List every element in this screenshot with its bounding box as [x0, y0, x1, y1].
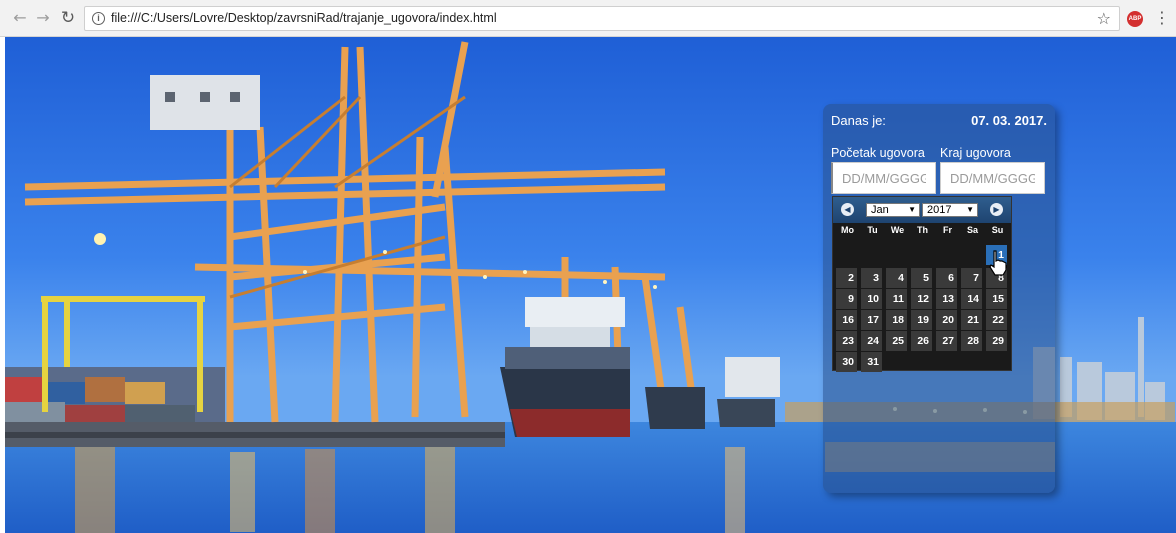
month-value: Jan	[871, 204, 889, 216]
bookmark-star-icon[interactable]: ☆	[1097, 9, 1111, 28]
datepicker: ◀ Jan ▼ 2017 ▼ ▶ Mo Tu We Th Fr Sa Su 12345678…	[832, 196, 1012, 372]
calendar-day[interactable]: 10	[861, 289, 882, 309]
contract-start-input[interactable]	[831, 162, 936, 194]
calendar-day[interactable]: 6	[936, 268, 957, 288]
calendar-day[interactable]: 16	[836, 310, 857, 330]
calendar-day[interactable]: 7	[961, 268, 982, 288]
datepicker-header: ◀ Jan ▼ 2017 ▼ ▶	[833, 197, 1011, 223]
contract-start-label: Početak ugovora	[831, 146, 925, 160]
year-value: 2017	[927, 204, 952, 216]
weekday-label: Th	[917, 225, 928, 235]
browser-menu-icon[interactable]: ⋮	[1154, 8, 1170, 28]
calendar-day[interactable]: 19	[911, 310, 932, 330]
calendar-day[interactable]: 20	[936, 310, 957, 330]
calendar-day[interactable]: 18	[886, 310, 907, 330]
calendar-day[interactable]: 25	[886, 331, 907, 351]
adblock-plus-icon[interactable]: ABP	[1127, 11, 1143, 27]
prev-month-icon[interactable]: ◀	[841, 203, 854, 216]
calendar-day[interactable]: 15	[986, 289, 1007, 309]
calendar-day[interactable]: 23	[836, 331, 857, 351]
forward-arrow-icon[interactable]: →	[33, 8, 53, 28]
calendar-day[interactable]: 30	[836, 352, 857, 372]
weekday-label: Fr	[943, 225, 952, 235]
weekday-label: Sa	[966, 225, 978, 235]
chevron-down-icon: ▼	[966, 205, 974, 214]
address-bar[interactable]: i file:///C:/Users/Lovre/Desktop/zavrsni…	[84, 6, 1120, 31]
chevron-down-icon: ▼	[908, 205, 916, 214]
calendar-day[interactable]: 13	[936, 289, 957, 309]
calendar-day[interactable]: 26	[911, 331, 932, 351]
contract-end-input[interactable]	[940, 162, 1045, 194]
calendar-day[interactable]: 2	[836, 268, 857, 288]
calendar-day[interactable]: 24	[861, 331, 882, 351]
calendar-day[interactable]: 9	[836, 289, 857, 309]
hand-pointer-cursor-icon	[989, 250, 1007, 276]
calendar-day[interactable]: 5	[911, 268, 932, 288]
reload-icon[interactable]: ↻	[58, 8, 78, 28]
weekday-label: Mo	[841, 225, 854, 235]
back-arrow-icon[interactable]: ←	[10, 8, 30, 28]
weekday-label: Tu	[867, 225, 878, 235]
url-text[interactable]: file:///C:/Users/Lovre/Desktop/zavrsniRa…	[111, 11, 497, 25]
calendar-day[interactable]: 28	[961, 331, 982, 351]
contract-end-label: Kraj ugovora	[940, 146, 1011, 160]
calendar-day[interactable]: 14	[961, 289, 982, 309]
calendar-day[interactable]: 11	[886, 289, 907, 309]
browser-toolbar: ← → ↻ i file:///C:/Users/Lovre/Desktop/z…	[0, 0, 1176, 37]
calendar-day[interactable]: 21	[961, 310, 982, 330]
month-select[interactable]: Jan ▼	[866, 203, 920, 217]
next-month-icon[interactable]: ▶	[990, 203, 1003, 216]
calendar-day[interactable]: 3	[861, 268, 882, 288]
weekday-label: Su	[991, 225, 1004, 235]
year-select[interactable]: 2017 ▼	[922, 203, 978, 217]
calendar-day[interactable]: 22	[986, 310, 1007, 330]
weekday-label: We	[890, 225, 905, 235]
info-icon[interactable]: i	[92, 12, 105, 25]
today-date: 07. 03. 2017.	[971, 113, 1047, 128]
calendar-day[interactable]: 29	[986, 331, 1007, 351]
calendar-day[interactable]: 31	[861, 352, 882, 372]
calendar-day[interactable]: 27	[936, 331, 957, 351]
today-label: Danas je:	[831, 113, 886, 128]
calendar-day[interactable]: 4	[886, 268, 907, 288]
calendar-day[interactable]: 17	[861, 310, 882, 330]
calendar-day[interactable]: 12	[911, 289, 932, 309]
